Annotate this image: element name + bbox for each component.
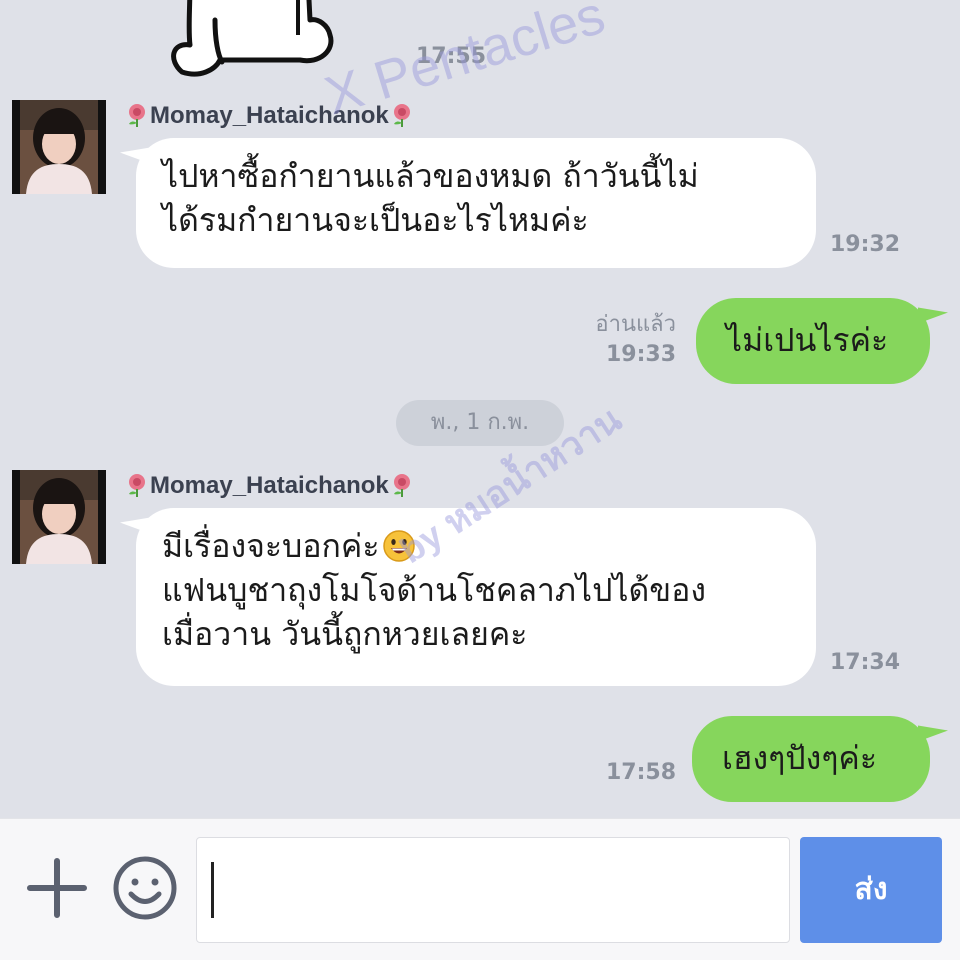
message-time: 19:32 (830, 232, 901, 257)
send-button[interactable]: ส่ง (800, 837, 942, 943)
sender-name: Momay_Hataichanok (124, 102, 415, 130)
avatar[interactable] (12, 100, 106, 194)
rose-emoji-icon (393, 474, 410, 497)
rose-emoji-icon (393, 104, 410, 127)
chat-area[interactable]: 17:55 Momay_Hataichanok ไปหาซื้อกำยานแล้… (0, 0, 960, 818)
message-time: 17:58 (605, 760, 676, 785)
avatar[interactable] (12, 470, 106, 564)
message-time: 17:55 (416, 44, 487, 69)
outgoing-message-bubble[interactable]: ไม่เปนไรค่ะ (696, 298, 930, 384)
sender-name-text: Momay_Hataichanok (150, 102, 389, 129)
rose-emoji-icon (129, 474, 145, 497)
incoming-message-bubble[interactable]: ไปหาซื้อกำยานแล้วของหมด ถ้าวันนี้ไม่ ได้… (136, 138, 816, 268)
message-line: ได้รมกำยานจะเป็นอะไรไหมค่ะ (162, 201, 589, 239)
sticker-image (171, 0, 334, 77)
message-line: แฟนบูชาถุงโมโจด้านโชคลาภไปได้ของ (162, 571, 706, 609)
message-time: 17:34 (830, 650, 901, 675)
date-separator: พ., 1 ก.พ. (396, 400, 564, 446)
grinning-emoji-icon (382, 530, 415, 562)
message-line: มีเรื่องจะบอกค่ะ (162, 524, 790, 568)
incoming-message-bubble[interactable]: มีเรื่องจะบอกค่ะ แฟนบูชาถุงโมโจด้านโชคลา… (136, 508, 816, 686)
rose-emoji-icon (129, 104, 145, 127)
message-line-text: มีเรื่องจะบอกค่ะ (162, 527, 380, 565)
read-receipt: อ่านแล้ว (595, 312, 676, 337)
message-text: เฮงๆปังๆค่ะ (722, 739, 877, 777)
message-line: เมื่อวาน วันนี้ถูกหวยเลยคะ (162, 615, 528, 653)
sender-name: Momay_Hataichanok (124, 472, 415, 500)
message-line: ไปหาซื้อกำยานแล้วของหมด ถ้าวันนี้ไม่ (162, 157, 699, 195)
message-time: 19:33 (605, 342, 676, 367)
message-input[interactable] (196, 837, 790, 943)
text-caret (211, 862, 214, 918)
smiley-icon[interactable] (112, 855, 178, 921)
outgoing-message-bubble[interactable]: เฮงๆปังๆค่ะ (692, 716, 930, 802)
plus-icon[interactable] (26, 857, 88, 919)
message-input-bar: ส่ง (0, 818, 960, 960)
message-text: ไม่เปนไรค่ะ (726, 321, 889, 359)
sender-name-text: Momay_Hataichanok (150, 472, 389, 499)
